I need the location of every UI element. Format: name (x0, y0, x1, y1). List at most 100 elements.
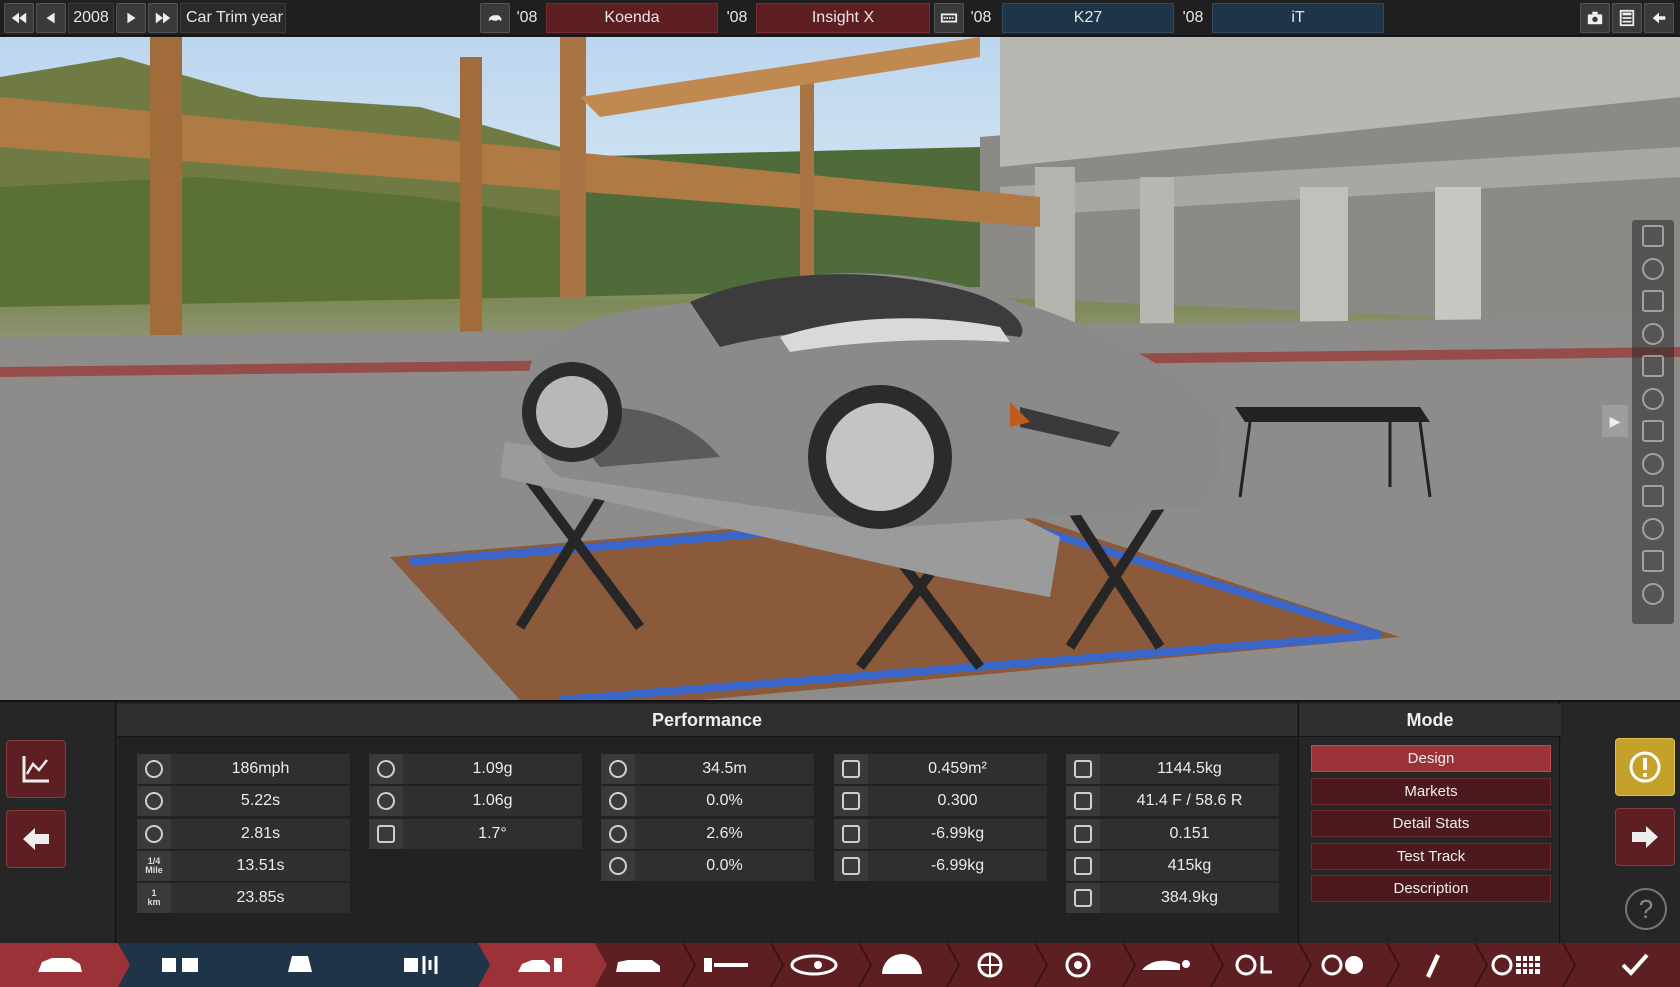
engine-tuning-glyph (404, 956, 438, 974)
stat-value: 1144.5kg (1157, 760, 1222, 777)
model-name-field[interactable]: Koenda (546, 3, 718, 33)
mode-markets-button[interactable]: Markets (1311, 777, 1551, 805)
engine-variant-tab-icon[interactable] (255, 943, 345, 987)
aero-tab-icon[interactable] (1133, 943, 1199, 987)
window-icon[interactable] (1632, 545, 1674, 578)
variant-year: '08 (1182, 9, 1204, 26)
stat-weight: 1144.5kg (1066, 754, 1279, 784)
stat-value: 186mph (231, 760, 290, 777)
brakes-tab-icon[interactable] (1045, 943, 1111, 987)
stat-one-km: 1 km 23.85s (137, 883, 350, 914)
light-icon[interactable] (1632, 578, 1674, 611)
mode-test-track-button[interactable]: Test Track (1311, 842, 1551, 870)
body-icon[interactable] (1632, 383, 1674, 416)
car-model-button[interactable] (480, 3, 510, 33)
stat-cornering: 1.09g (369, 754, 582, 784)
trim-year: '08 (726, 9, 748, 26)
car-trim-glyph (518, 958, 562, 972)
seats-tab-icon[interactable] (605, 943, 671, 987)
warning-icon (1629, 751, 1661, 783)
stat-value: 23.85s (236, 889, 285, 907)
fast-forward-button[interactable] (148, 3, 178, 33)
stat-value: 13.51s (236, 856, 285, 874)
next-year-button[interactable] (116, 3, 146, 33)
gearbox-tab-icon[interactable] (869, 943, 935, 987)
showroom-scene (0, 37, 1680, 700)
right-nav-column: ? (1561, 702, 1680, 945)
engine-tuning-tab-icon[interactable] (375, 943, 465, 987)
driving-glyph (1321, 954, 1363, 976)
car-model-tab-icon[interactable] (20, 943, 100, 987)
towing-capacity-icon (1066, 850, 1100, 881)
icon-text-bottom: Mile (145, 864, 163, 875)
stat-rear-downforce: -6.99kg (834, 850, 1047, 881)
stat-acceleration-0-100: 5.22s (137, 786, 350, 817)
stat-weight-distribution: 41.4 F / 58.6 R (1066, 786, 1279, 817)
warning-button[interactable] (1615, 738, 1675, 796)
driving-tab-icon[interactable] (1309, 943, 1375, 987)
engine-name-field[interactable]: K27 (1002, 3, 1174, 33)
wheel-icon[interactable] (1632, 253, 1674, 286)
brake-bias-icon (601, 850, 635, 881)
graph-button[interactable] (6, 740, 66, 798)
chassis-icon[interactable] (1632, 318, 1674, 351)
fast-rewind-button[interactable] (4, 3, 34, 33)
power-to-weight-icon (1066, 818, 1100, 849)
expand-panel-tab[interactable]: ▶ (1602, 405, 1628, 437)
calculator-button[interactable] (1612, 3, 1642, 33)
weight-distribution-icon (1066, 786, 1100, 817)
body-roll-icon (369, 818, 403, 849)
lights-tab-icon[interactable] (781, 943, 847, 987)
trim-year-label: Car Trim year (180, 3, 286, 33)
previous-step-button[interactable] (6, 810, 66, 868)
next-step-button[interactable] (1615, 808, 1675, 866)
stat-value: 0.300 (937, 792, 978, 810)
icon-text-bottom: km (147, 897, 161, 908)
brake-icon[interactable] (1632, 513, 1674, 546)
wheels-tab-icon[interactable] (957, 943, 1023, 987)
lights-glyph (790, 954, 838, 976)
steering-tab-icon[interactable] (1221, 943, 1287, 987)
cornering-grip-high-icon (369, 786, 403, 817)
walk-icon[interactable] (1632, 220, 1674, 253)
grille-icon[interactable] (1632, 350, 1674, 383)
mode-design-button[interactable]: Design (1311, 745, 1551, 772)
engine-bay-icon[interactable] (1632, 448, 1674, 481)
one-km-icon: 1 km (137, 883, 171, 914)
brakes-glyph (1065, 952, 1091, 978)
engine-icon (940, 13, 958, 23)
stat-value: 1.09g (472, 760, 513, 777)
engine-button[interactable] (934, 3, 964, 33)
paint-tab-icon[interactable] (1397, 943, 1463, 987)
screenshot-button[interactable] (1580, 3, 1610, 33)
stat-value: 2.6% (706, 824, 743, 842)
previous-year-button[interactable] (36, 3, 66, 33)
stat-brake-bias: 0.0% (601, 850, 814, 881)
testing-tab-icon[interactable] (1485, 943, 1551, 987)
stat-column-aero: 0.459m² 0.300 -6.99kg -6.99kg (834, 754, 1047, 883)
help-button[interactable]: ? (1625, 888, 1667, 930)
stat-brake-fade-hot: 2.6% (601, 818, 814, 849)
paint-icon[interactable] (1632, 285, 1674, 318)
aero-glyph (1142, 960, 1190, 970)
mode-detail-stats-button[interactable]: Detail Stats (1311, 810, 1551, 837)
exit-button[interactable] (1644, 3, 1674, 33)
variant-name-field[interactable]: iT (1212, 3, 1384, 33)
stat-value: 1.7° (478, 824, 507, 842)
stat-value: 41.4 F / 58.6 R (1136, 792, 1243, 810)
mode-description-button[interactable]: Description (1311, 875, 1551, 902)
stat-value: 415kg (1167, 856, 1212, 874)
confirm-icon[interactable] (1600, 943, 1670, 987)
suspension-icon[interactable] (1632, 480, 1674, 513)
engine-family-tab-icon[interactable] (135, 943, 225, 987)
stat-value: -6.99kg (930, 824, 985, 842)
trim-name-field[interactable]: Insight X (756, 3, 930, 33)
chassis-tab-icon[interactable] (693, 943, 759, 987)
stat-column-weight: 1144.5kg 41.4 F / 58.6 R 0.151 415kg 384… (1066, 754, 1279, 915)
car-icon[interactable] (1632, 415, 1674, 448)
showroom-viewport[interactable]: ▶ (0, 37, 1680, 700)
stat-body-roll: 1.7° (369, 818, 582, 849)
rear-downforce-icon (834, 850, 868, 881)
stat-cargo-capacity: 384.9kg (1066, 883, 1279, 914)
car-trim-tab-icon[interactable] (495, 943, 585, 987)
